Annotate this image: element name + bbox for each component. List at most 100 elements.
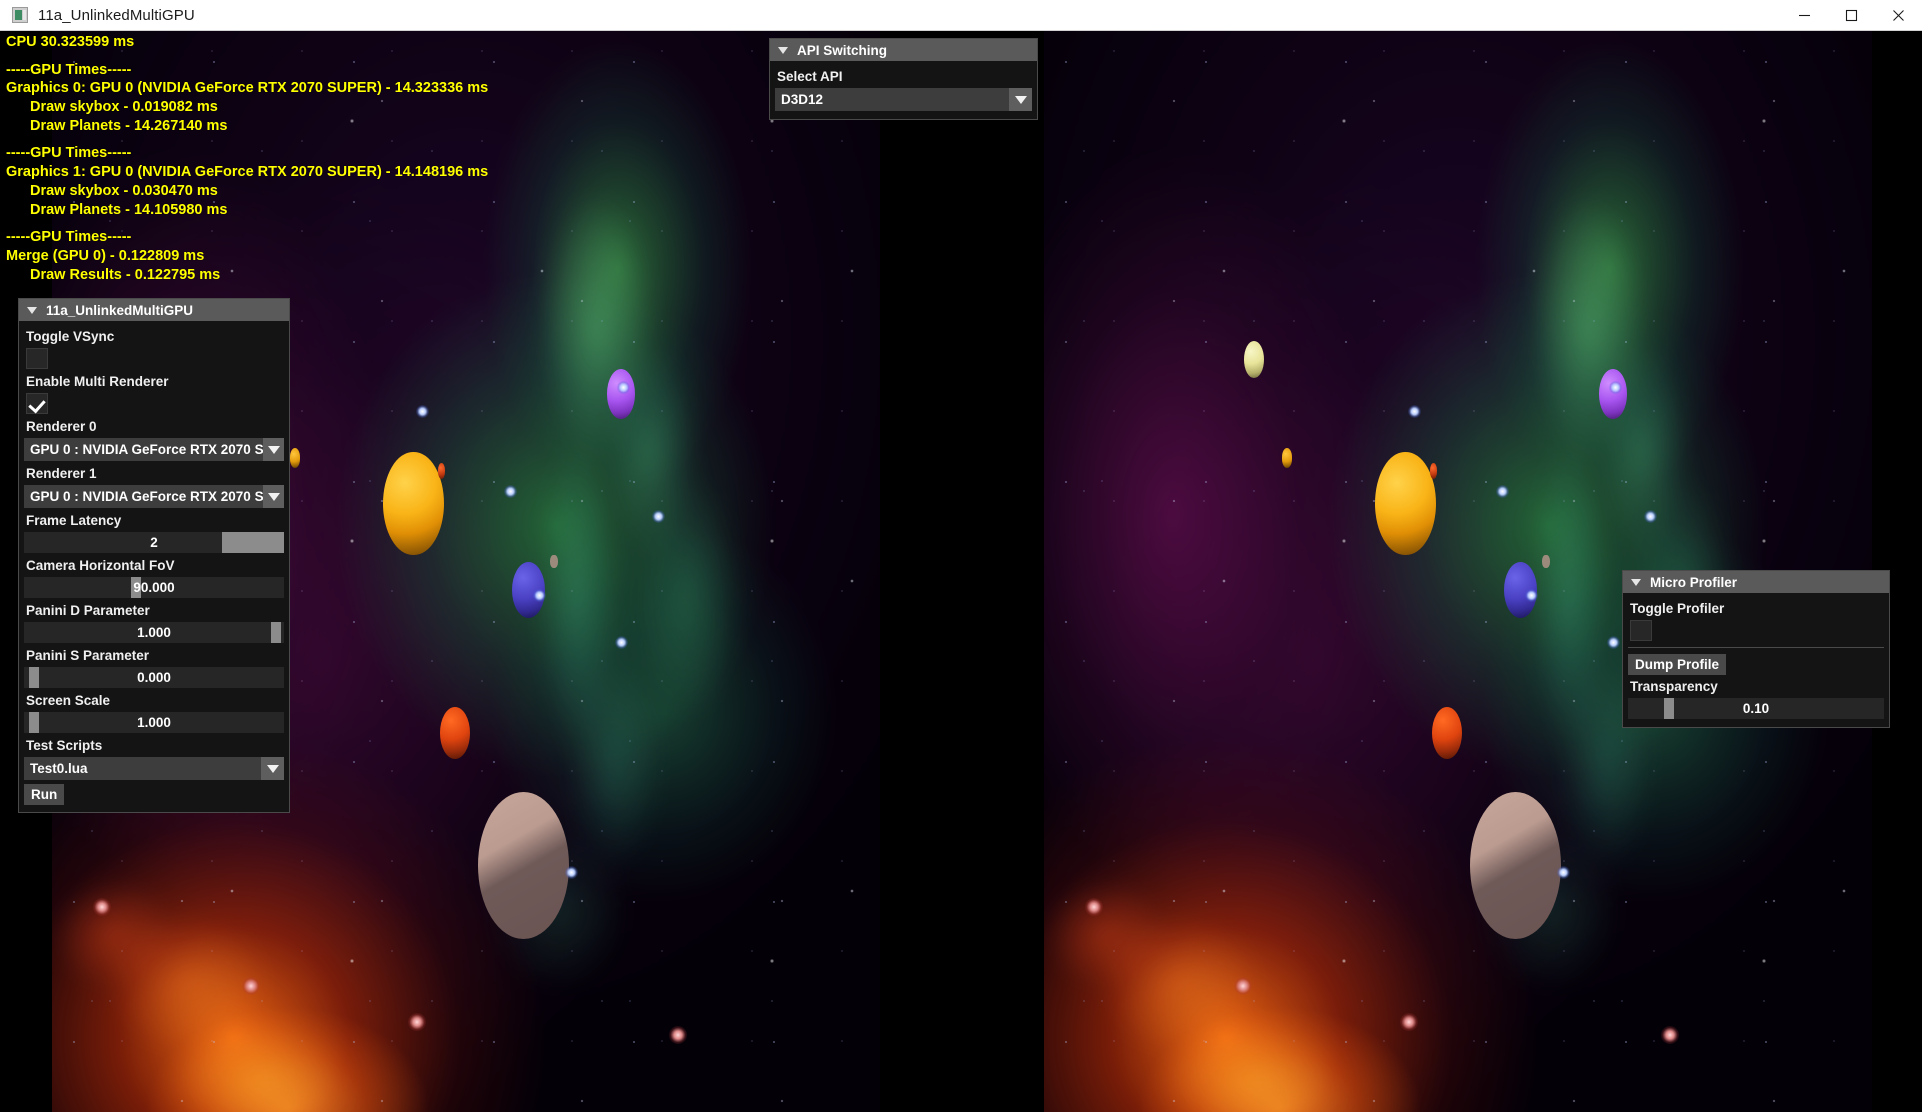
gpu-stat-line: Draw Planets - 14.105980 ms xyxy=(30,201,228,218)
collapse-caret-icon[interactable] xyxy=(27,306,37,314)
camera-fov-value: 90.000 xyxy=(133,580,175,595)
test-scripts-dropdown[interactable]: Test0.lua xyxy=(24,757,284,780)
renderer0-label: Renderer 0 xyxy=(26,419,97,434)
gpu-stat-line: CPU 30.323599 ms xyxy=(6,34,135,50)
run-button[interactable]: Run xyxy=(24,784,65,805)
bright-star xyxy=(1608,381,1622,395)
toggle-profiler-checkbox[interactable] xyxy=(1630,620,1652,641)
select-api-label: Select API xyxy=(777,69,843,84)
toggle-profiler-label: Toggle Profiler xyxy=(1630,601,1725,616)
toggle-vsync-label: Toggle VSync xyxy=(26,329,115,344)
enable-multi-renderer-checkbox[interactable] xyxy=(26,393,48,414)
close-button[interactable] xyxy=(1875,0,1922,30)
bright-star xyxy=(504,485,518,499)
planet-grey-speck xyxy=(550,555,558,569)
pink-star xyxy=(1660,1025,1679,1044)
transparency-label: Transparency xyxy=(1630,679,1718,694)
planet-tan-planet xyxy=(1470,792,1562,940)
micro-profiler-panel: Micro Profiler Toggle Profiler Dump Prof… xyxy=(1622,570,1890,728)
planet-orange-planet xyxy=(440,706,471,759)
enable-multi-renderer-label: Enable Multi Renderer xyxy=(26,374,169,389)
frame-latency-label: Frame Latency xyxy=(26,513,122,528)
camera-fov-label: Camera Horizontal FoV xyxy=(26,558,175,573)
panini-d-value: 1.000 xyxy=(137,625,171,640)
panini-d-label: Panini D Parameter xyxy=(26,603,150,618)
gpu-stats-overlay: CPU 30.323599 ms -----GPU Times----- Graph… xyxy=(6,33,488,284)
gpu-stat-line: Merge (GPU 0) - 0.122809 ms xyxy=(6,247,205,264)
title-bar: 11a_UnlinkedMultiGPU xyxy=(0,0,1922,31)
renderer1-dropdown[interactable]: GPU 0 : NVIDIA GeForce RTX 2070 SUPE xyxy=(24,485,284,508)
micro-profiler-header[interactable]: Micro Profiler xyxy=(1623,571,1889,593)
gpu-stat-line: -----GPU Times----- xyxy=(6,61,132,78)
micro-profiler-title: Micro Profiler xyxy=(1650,574,1738,590)
frame-latency-slider[interactable]: 2 xyxy=(24,532,284,553)
chevron-down-icon[interactable] xyxy=(263,485,284,508)
planet-grey-speck xyxy=(1542,555,1550,569)
window-title: 11a_UnlinkedMultiGPU xyxy=(38,6,195,24)
collapse-caret-icon[interactable] xyxy=(778,46,788,54)
gpu-stat-line: -----GPU Times----- xyxy=(6,145,132,162)
gpu-stat-line: Graphics 0: GPU 0 (NVIDIA GeForce RTX 20… xyxy=(6,80,489,97)
planet-sun-planet xyxy=(383,451,444,556)
bright-star xyxy=(616,381,630,395)
planet-purple-planet xyxy=(606,369,635,420)
chevron-down-icon[interactable] xyxy=(263,438,284,461)
panini-d-slider[interactable]: 1.000 xyxy=(24,622,284,643)
planet-orange-planet xyxy=(1432,706,1463,759)
minimize-button[interactable] xyxy=(1781,0,1828,30)
renderer1-label: Renderer 1 xyxy=(26,466,97,481)
chevron-down-icon[interactable] xyxy=(261,757,284,780)
renderer1-value: GPU 0 : NVIDIA GeForce RTX 2070 SUPE xyxy=(30,489,264,504)
settings-panel: 11a_UnlinkedMultiGPU Toggle VSync Enable… xyxy=(18,298,290,813)
screen-scale-value: 1.000 xyxy=(137,715,171,730)
screen-scale-slider[interactable]: 1.000 xyxy=(24,712,284,733)
settings-panel-header[interactable]: 11a_UnlinkedMultiGPU xyxy=(19,299,289,321)
settings-panel-title: 11a_UnlinkedMultiGPU xyxy=(46,302,194,318)
renderer0-dropdown[interactable]: GPU 0 : NVIDIA GeForce RTX 2070 SUPE xyxy=(24,438,284,461)
panini-s-label: Panini S Parameter xyxy=(26,648,150,663)
camera-fov-slider[interactable]: 90.000 xyxy=(24,577,284,598)
api-switching-panel: API Switching Select API D3D12 xyxy=(769,38,1038,120)
planet-small-gold xyxy=(289,448,301,468)
gpu-stat-line: Graphics 1: GPU 0 (NVIDIA GeForce RTX 20… xyxy=(6,164,489,181)
bright-star xyxy=(1496,485,1510,499)
api-panel-title: API Switching xyxy=(797,42,888,58)
window-controls xyxy=(1781,0,1922,30)
chevron-down-icon[interactable] xyxy=(1009,88,1032,111)
gpu-stat-line: -----GPU Times----- xyxy=(6,229,132,246)
frame-latency-value: 2 xyxy=(150,535,158,550)
planet-sun-planet xyxy=(1375,451,1436,556)
transparency-slider[interactable]: 0.10 xyxy=(1628,698,1884,719)
test-script-value: Test0.lua xyxy=(30,761,88,776)
gpu-stat-line: Draw skybox - 0.030470 ms xyxy=(30,182,218,199)
bright-star xyxy=(533,588,547,602)
renderer0-value: GPU 0 : NVIDIA GeForce RTX 2070 SUPE xyxy=(30,442,264,457)
select-api-dropdown[interactable]: D3D12 xyxy=(775,88,1032,111)
transparency-value: 0.10 xyxy=(1742,701,1770,716)
api-panel-body: Select API D3D12 xyxy=(770,61,1037,119)
pink-star xyxy=(1400,1012,1419,1031)
pink-star xyxy=(668,1025,687,1044)
settings-panel-body: Toggle VSync Enable Multi Renderer Rende… xyxy=(19,321,289,812)
select-api-value: D3D12 xyxy=(781,92,824,107)
bright-star xyxy=(1525,588,1539,602)
micro-profiler-body: Toggle Profiler Dump Profile Transparenc… xyxy=(1623,593,1889,727)
toggle-vsync-checkbox[interactable] xyxy=(26,348,48,369)
planet-small-gold xyxy=(1281,448,1293,468)
test-scripts-label: Test Scripts xyxy=(26,738,103,753)
panini-s-value: 0.000 xyxy=(137,670,171,685)
gpu-stat-line: Draw Planets - 14.267140 ms xyxy=(30,117,228,134)
api-panel-header[interactable]: API Switching xyxy=(770,39,1037,61)
dump-profile-button[interactable]: Dump Profile xyxy=(1628,654,1727,675)
app-icon xyxy=(12,7,28,23)
maximize-button[interactable] xyxy=(1828,0,1875,30)
planet-tan-planet xyxy=(478,792,570,940)
bright-star xyxy=(1557,865,1571,879)
divider xyxy=(1628,647,1884,648)
panini-s-slider[interactable]: 0.000 xyxy=(24,667,284,688)
bright-star xyxy=(565,865,579,879)
planet-tiny-red xyxy=(437,463,446,479)
planet-purple-planet xyxy=(1598,369,1627,420)
screen-scale-label: Screen Scale xyxy=(26,693,111,708)
collapse-caret-icon[interactable] xyxy=(1631,578,1641,586)
